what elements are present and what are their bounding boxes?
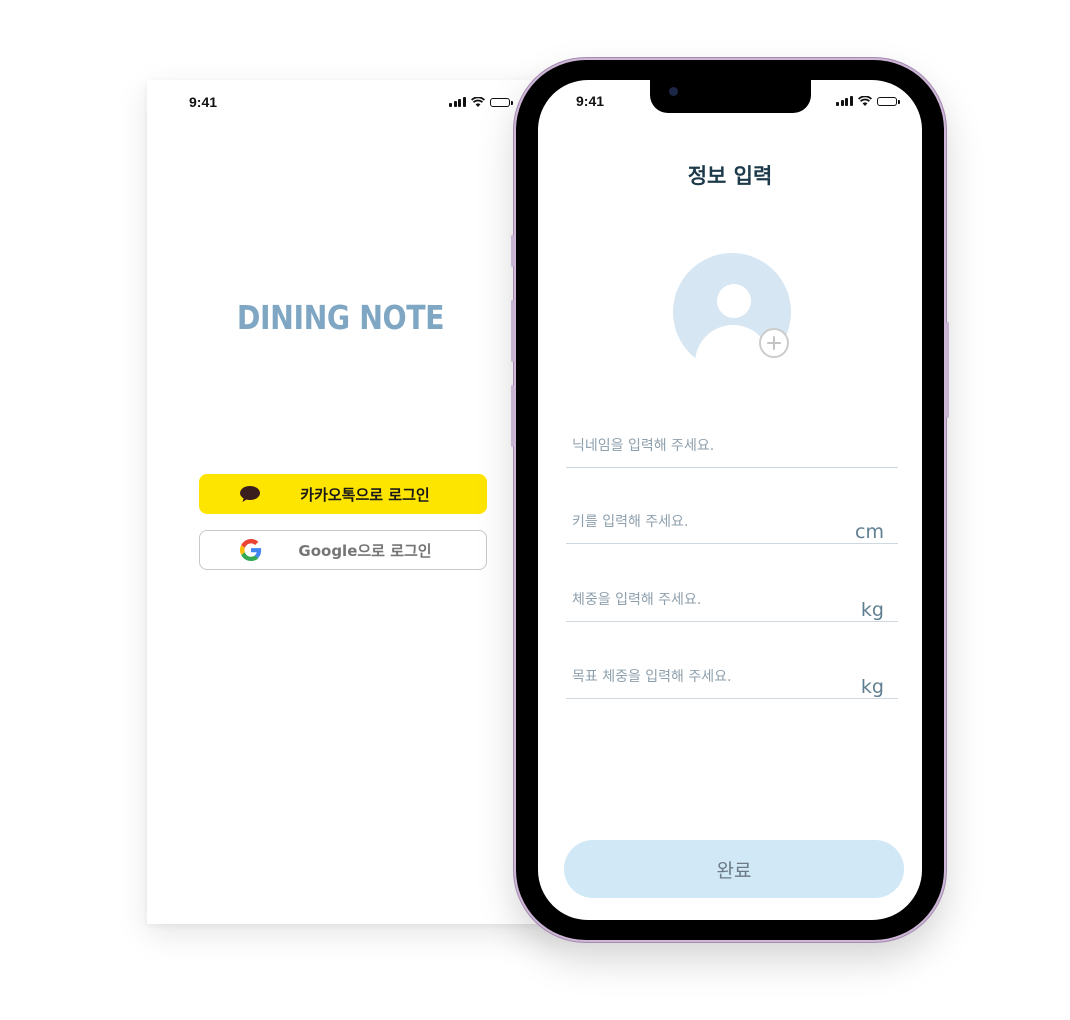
phone-frame: 9:41 정보 입력 닉네임을 입력해 주세요. 키를 입력해 주세요. cm … bbox=[511, 60, 949, 940]
volume-up-button bbox=[511, 300, 514, 362]
info-entry-screen: 9:41 정보 입력 닉네임을 입력해 주세요. 키를 입력해 주세요. cm … bbox=[538, 80, 922, 920]
notch bbox=[650, 80, 811, 113]
mute-switch bbox=[511, 235, 514, 267]
complete-button[interactable]: 완료 bbox=[564, 840, 904, 898]
cellular-signal-icon bbox=[449, 97, 466, 107]
battery-icon bbox=[489, 98, 513, 107]
plus-circle-icon[interactable] bbox=[759, 328, 789, 358]
google-g-icon bbox=[240, 539, 262, 561]
wifi-icon bbox=[857, 96, 872, 106]
kakao-speech-bubble-icon bbox=[239, 485, 261, 503]
nickname-field bbox=[566, 431, 898, 468]
weight-unit: kg bbox=[860, 599, 884, 621]
target-weight-input[interactable] bbox=[572, 666, 842, 688]
weight-field: kg bbox=[566, 585, 898, 622]
front-camera-icon bbox=[669, 87, 678, 96]
login-screen: 9:41 DINING NOTE 카카오톡으로 로그인 Google으로 로그인 bbox=[147, 80, 567, 924]
target-weight-unit: kg bbox=[860, 676, 884, 698]
avatar-head bbox=[717, 284, 751, 318]
stage: 9:41 DINING NOTE 카카오톡으로 로그인 Google으로 로그인… bbox=[0, 0, 1070, 1020]
weight-input[interactable] bbox=[572, 589, 842, 611]
kakao-login-button[interactable]: 카카오톡으로 로그인 bbox=[199, 474, 487, 514]
target-weight-field: kg bbox=[566, 662, 898, 699]
status-icons bbox=[836, 96, 900, 106]
height-field: cm bbox=[566, 507, 898, 544]
brand-logo: DINING NOTE bbox=[236, 298, 445, 337]
height-input[interactable] bbox=[572, 511, 842, 533]
status-time: 9:41 bbox=[189, 94, 218, 110]
status-bar: 9:41 bbox=[147, 80, 567, 124]
battery-icon bbox=[876, 97, 900, 106]
page-title: 정보 입력 bbox=[687, 164, 773, 188]
volume-down-button bbox=[511, 385, 514, 447]
cellular-signal-icon bbox=[836, 96, 853, 106]
height-unit: cm bbox=[855, 521, 884, 543]
status-time: 9:41 bbox=[576, 93, 605, 109]
power-button bbox=[946, 322, 949, 418]
wifi-icon bbox=[470, 97, 485, 107]
status-icons bbox=[449, 97, 513, 107]
google-login-button[interactable]: Google으로 로그인 bbox=[199, 530, 487, 570]
nickname-input[interactable] bbox=[572, 435, 842, 457]
